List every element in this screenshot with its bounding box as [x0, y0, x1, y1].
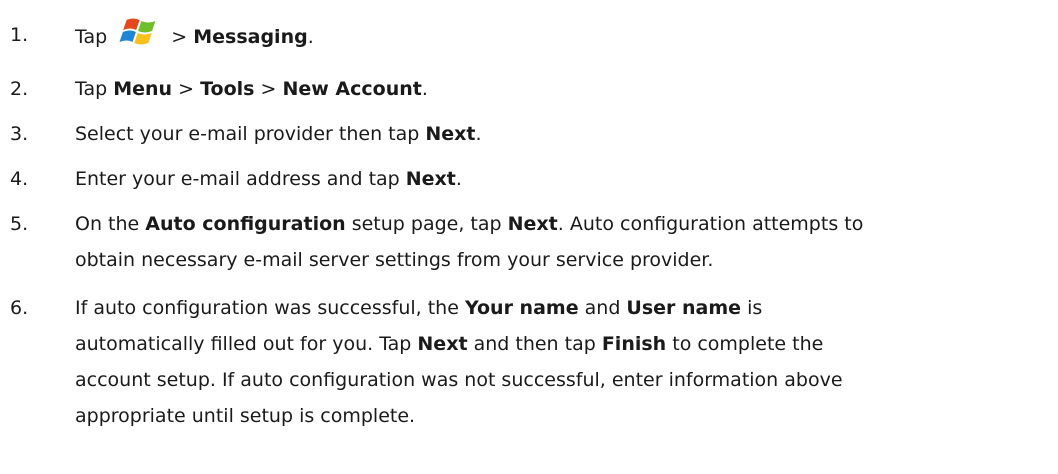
- step-number: 3.: [10, 123, 29, 145]
- step-text: Enter your e-mail address and tap Next.: [75, 161, 1050, 197]
- text-segment: to complete the: [666, 333, 824, 355]
- text-segment: On the: [75, 213, 146, 235]
- text-segment: obtain necessary e-mail server settings …: [75, 249, 714, 271]
- ui-term: Your name: [464, 297, 579, 319]
- ui-term: Next: [405, 168, 456, 190]
- text-segment: Select your e-mail provider then tap: [75, 123, 426, 145]
- text-segment: Enter your e-mail address and tap: [75, 168, 406, 190]
- text-segment: account setup. If auto configuration was…: [75, 369, 843, 391]
- windows-start-icon: [119, 18, 156, 45]
- step-line: automatically filled out for you. Tap Ne…: [75, 326, 1050, 362]
- step-text: Tap > Messaging.: [75, 17, 1050, 55]
- text-segment: is: [741, 297, 763, 319]
- text-segment: setup page, tap: [345, 213, 508, 235]
- step-line: obtain necessary e-mail server settings …: [75, 242, 1050, 278]
- step-line: account setup. If auto configuration was…: [75, 362, 1050, 398]
- ui-term: Menu: [113, 78, 173, 100]
- text-segment: and: [578, 297, 627, 319]
- step-line: On the Auto configuration setup page, ta…: [75, 206, 1050, 242]
- text-segment: .: [307, 26, 314, 48]
- step-number: 5.: [10, 213, 29, 235]
- step-line: appropriate until setup is complete.: [75, 398, 1050, 434]
- ui-term: User name: [626, 297, 742, 319]
- text-segment: >: [172, 78, 201, 100]
- text-segment: .: [455, 168, 462, 190]
- text-segment: .: [475, 123, 482, 145]
- step-number: 6.: [10, 297, 29, 319]
- text-segment: Tap: [75, 78, 114, 100]
- text-segment: If auto configuration was successful, th…: [75, 297, 465, 319]
- ui-term: Next: [425, 123, 476, 145]
- text-segment: . Auto configuration attempts to: [557, 213, 864, 235]
- text-segment: >: [165, 26, 194, 48]
- ui-term: Next: [507, 213, 558, 235]
- ui-term: Tools: [200, 78, 255, 100]
- ui-term: Messaging: [193, 26, 308, 48]
- text-segment: Tap: [75, 26, 114, 48]
- step-text: If auto configuration was successful, th…: [75, 290, 1050, 434]
- step-text: Tap Menu > Tools > New Account.: [75, 71, 1050, 107]
- step-number: 1.: [10, 24, 29, 46]
- text-segment: and then tap: [467, 333, 602, 355]
- step-number: 2.: [10, 78, 29, 100]
- text-segment: .: [421, 78, 428, 100]
- text-segment: >: [254, 78, 283, 100]
- step-number: 4.: [10, 168, 29, 190]
- text-segment: automatically filled out for you. Tap: [75, 333, 418, 355]
- ui-term: Finish: [601, 333, 667, 355]
- ui-term: Next: [417, 333, 468, 355]
- text-segment: appropriate until setup is complete.: [75, 405, 416, 427]
- step-text: Select your e-mail provider then tap Nex…: [75, 116, 1050, 152]
- step-line: If auto configuration was successful, th…: [75, 290, 1050, 326]
- step-text: On the Auto configuration setup page, ta…: [75, 206, 1050, 278]
- ui-term: New Account: [282, 78, 422, 100]
- ui-term: Auto configuration: [145, 213, 346, 235]
